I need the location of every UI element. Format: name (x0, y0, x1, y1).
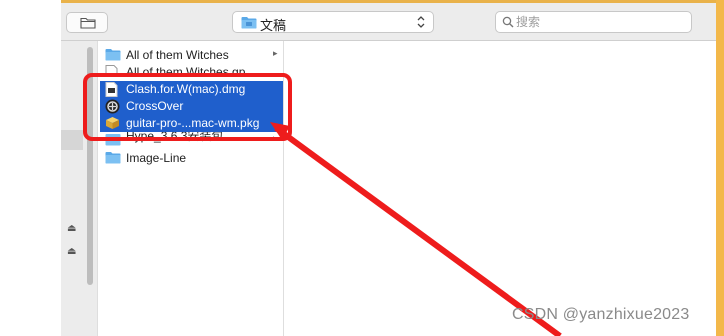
watermark-text: CSDN @yanzhixue2023 (512, 306, 690, 323)
annotation-arrow (270, 122, 562, 336)
